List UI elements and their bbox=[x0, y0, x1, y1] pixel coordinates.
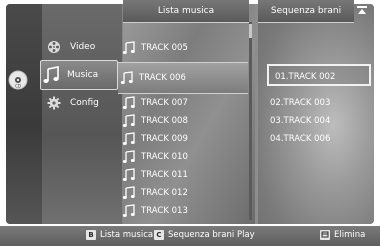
music-note-icon bbox=[122, 96, 135, 109]
track-item[interactable]: TRACK 011 bbox=[120, 167, 248, 183]
music-list-header: Lista musica bbox=[123, 0, 249, 23]
track-label: TRACK 009 bbox=[141, 134, 188, 144]
music-list-scrollbar[interactable] bbox=[249, 22, 252, 220]
disc-column bbox=[6, 4, 42, 224]
footer-elimina-label: Elimina bbox=[334, 230, 366, 240]
sequence-item[interactable]: 03.TRACK 004 bbox=[270, 116, 330, 126]
sort-icon[interactable] bbox=[357, 6, 367, 16]
footer-lista-musica[interactable]: B Lista musica bbox=[86, 230, 153, 240]
music-note-icon bbox=[122, 168, 135, 181]
track-sequence-header: Sequenza brani bbox=[258, 0, 354, 23]
track-item[interactable]: TRACK 013 bbox=[120, 203, 248, 219]
menu-item-config[interactable]: Config bbox=[44, 90, 114, 116]
music-list-scroll-thumb[interactable] bbox=[249, 24, 252, 38]
music-player-screen: CD Lista musica Sequenza brani Video Mus… bbox=[0, 0, 380, 246]
track-label: TRACK 013 bbox=[141, 206, 188, 216]
music-note-icon bbox=[41, 66, 61, 84]
track-item[interactable]: TRACK 010 bbox=[120, 149, 248, 165]
footer-sequenza-play[interactable]: C Sequenza brani Play bbox=[154, 230, 255, 240]
track-label: TRACK 005 bbox=[141, 43, 188, 53]
music-note-icon bbox=[122, 132, 135, 145]
track-label: TRACK 008 bbox=[141, 116, 188, 126]
music-note-icon bbox=[120, 71, 133, 84]
menu-item-video[interactable]: Video bbox=[44, 34, 114, 60]
track-label: TRACK 012 bbox=[141, 188, 188, 198]
music-note-icon bbox=[122, 204, 135, 217]
music-note-icon bbox=[122, 186, 135, 199]
track-label: TRACK 006 bbox=[139, 73, 186, 83]
c-key-icon: C bbox=[154, 230, 164, 240]
footer-elimina[interactable]: Elimina bbox=[320, 230, 365, 240]
sequence-item-selected[interactable]: 01.TRACK 002 bbox=[267, 64, 371, 86]
music-note-icon bbox=[122, 41, 135, 54]
film-reel-icon bbox=[44, 38, 64, 56]
track-label: TRACK 011 bbox=[141, 170, 188, 180]
track-item[interactable]: TRACK 005 bbox=[120, 40, 248, 56]
track-item[interactable]: TRACK 009 bbox=[120, 131, 248, 147]
footer-sequenza-play-label: Sequenza brani Play bbox=[168, 230, 255, 240]
gear-icon bbox=[44, 94, 64, 112]
sequence-column bbox=[258, 4, 374, 224]
menu-item-video-label: Video bbox=[70, 42, 96, 52]
footer-lista-musica-label: Lista musica bbox=[100, 230, 154, 240]
menu-item-config-label: Config bbox=[70, 98, 99, 108]
track-item[interactable]: TRACK 012 bbox=[120, 185, 248, 201]
track-item[interactable]: TRACK 008 bbox=[120, 113, 248, 129]
menu-item-musica-label: Musica bbox=[67, 70, 99, 80]
menu-item-musica[interactable]: Musica bbox=[40, 60, 118, 90]
music-note-icon bbox=[122, 114, 135, 127]
track-label: TRACK 010 bbox=[141, 152, 188, 162]
sequence-item[interactable]: 04.TRACK 006 bbox=[270, 134, 330, 144]
disc-icon: CD bbox=[8, 70, 28, 90]
music-note-icon bbox=[122, 150, 135, 163]
footer-bar: B Lista musica C Sequenza brani Play Eli… bbox=[0, 226, 380, 246]
sequence-item[interactable]: 02.TRACK 003 bbox=[270, 98, 330, 108]
track-item-selected[interactable]: TRACK 006 bbox=[118, 62, 248, 94]
track-label: TRACK 007 bbox=[141, 98, 188, 108]
svg-text:CD: CD bbox=[15, 84, 21, 89]
track-item[interactable]: TRACK 007 bbox=[120, 95, 248, 111]
b-key-icon: B bbox=[86, 230, 96, 240]
delete-key-icon bbox=[320, 230, 330, 240]
